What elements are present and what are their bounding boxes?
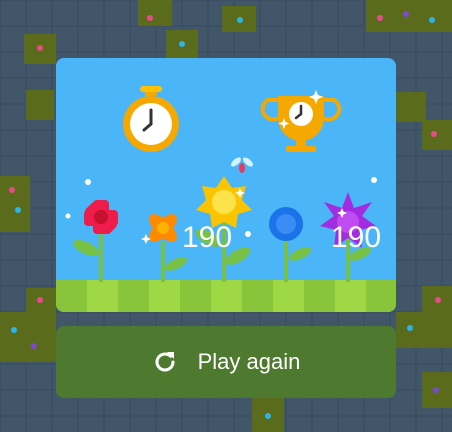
grass-strip — [56, 280, 396, 312]
board-patch-top-3 — [366, 0, 452, 32]
refresh-icon — [155, 352, 175, 372]
stopwatch-icon — [123, 86, 179, 152]
dragonfly-icon — [231, 157, 253, 173]
board-patch-left-1 — [24, 34, 56, 64]
board-patch-left-2 — [26, 90, 54, 120]
play-again-button[interactable]: Play again — [56, 326, 396, 398]
current-score: 190 — [181, 221, 233, 254]
blue-flower — [269, 207, 303, 241]
board-patch-top-2 — [222, 6, 256, 32]
red-flower — [84, 200, 118, 235]
garden-scene — [56, 86, 396, 312]
play-again-label: Play again — [197, 349, 301, 374]
board-patch-left-3 — [0, 176, 30, 232]
score-card: 190 190 — [56, 58, 396, 312]
best-score: 190 — [330, 221, 382, 254]
board-patch-bottom-center — [252, 398, 284, 432]
trophy-icon — [260, 90, 342, 152]
